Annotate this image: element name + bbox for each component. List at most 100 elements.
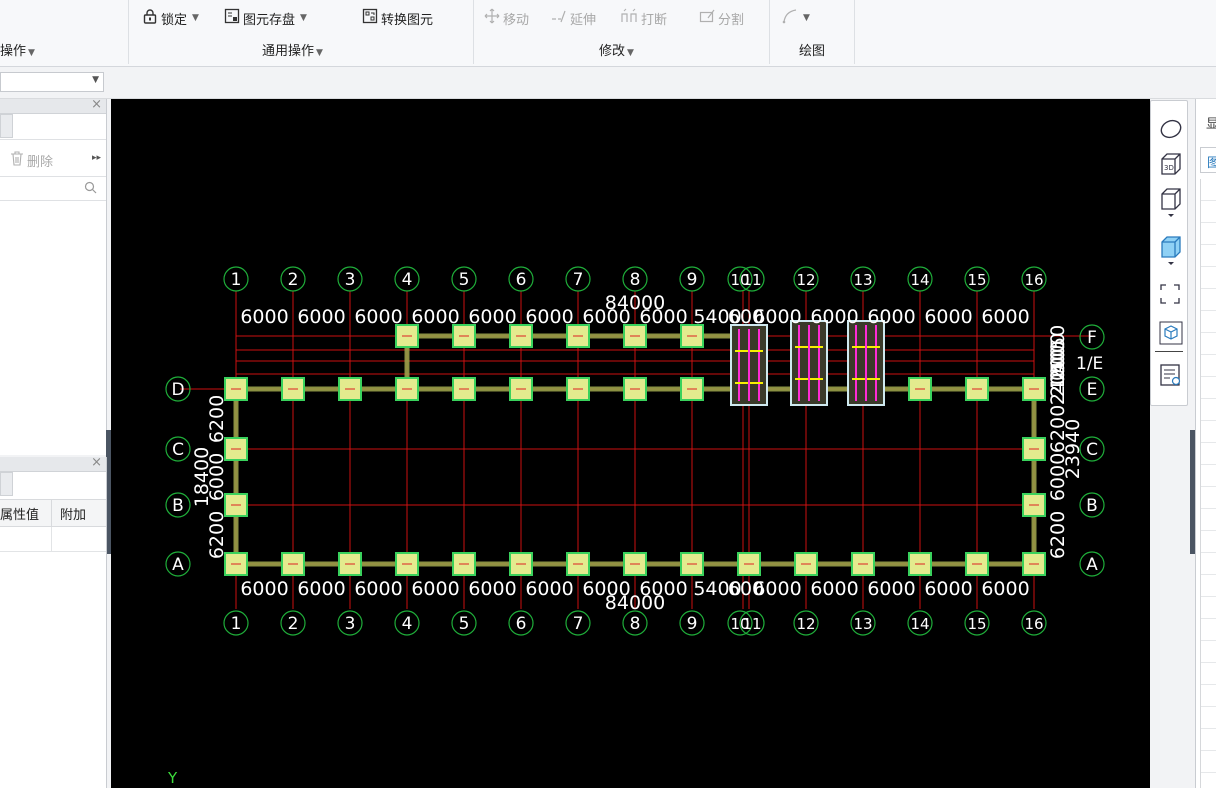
panel-titlebar: × <box>0 97 106 114</box>
span-dimension-bottom: 6000 <box>810 578 858 600</box>
close-icon[interactable]: × <box>91 97 102 112</box>
ribbon-separator <box>128 0 129 64</box>
span-dimension-right-crowded: 4050 <box>1047 325 1069 373</box>
panel-subtab[interactable]: 图 <box>1200 147 1216 173</box>
convert-element-button[interactable]: 转换图元 <box>362 8 433 28</box>
draw-arc-button[interactable]: ▼ <box>782 8 810 28</box>
extend-button[interactable]: 延伸 <box>551 8 596 28</box>
panel-tab[interactable] <box>0 472 13 496</box>
properties-panel: × 属性值 附加 <box>0 455 107 788</box>
column-header-extra: 附加 <box>60 508 87 523</box>
cad-drawing[interactable]: 1122334455667788991010111112121313141415… <box>111 99 1150 788</box>
axis-bubble-top: 6 <box>516 270 527 290</box>
span-dimension-top: 6000 <box>297 306 345 328</box>
delete-button[interactable]: 删除 <box>10 151 53 170</box>
extend-icon <box>551 8 567 28</box>
span-dimension-bottom: 6000 <box>525 578 573 600</box>
split-icon <box>699 8 715 28</box>
more-icon[interactable]: ▸▸ <box>92 153 101 163</box>
axis-bubble-left: B <box>172 496 184 516</box>
view-3d-icon[interactable]: 3D <box>1159 152 1181 175</box>
break-icon <box>620 8 638 28</box>
table-row[interactable] <box>0 527 106 552</box>
column-divider <box>51 527 52 551</box>
total-dimension-left: 18400 <box>191 447 213 507</box>
axis-bubble-top: 12 <box>796 271 815 289</box>
drawing-canvas[interactable]: 1 1 2 2 3 3 4 4 5 5 6 6 7 7 8 8 9 9 10 10 11 11 12 12 13 13 14 14 15… <box>111 99 1150 788</box>
axis-bubble-top: 13 <box>853 271 872 289</box>
axis-bubble-bottom: 6 <box>516 614 527 634</box>
panel-titlebar: × <box>0 455 106 472</box>
display-settings-panel: 显 图 <box>1195 99 1216 788</box>
draw-arc-icon <box>782 8 798 28</box>
axis-bubble-top: 7 <box>573 270 584 290</box>
ucs-y-label: Y <box>167 769 178 787</box>
split-button[interactable]: 分割 <box>699 8 744 28</box>
layer-3d-icon[interactable] <box>1159 321 1183 345</box>
break-button[interactable]: 打断 <box>620 8 667 28</box>
subtab-label: 图 <box>1207 156 1216 171</box>
ribbon-separator <box>854 0 855 64</box>
span-dimension-bottom: 6000 <box>411 578 459 600</box>
span-dimension-bottom: 6000 <box>753 578 801 600</box>
close-icon[interactable]: × <box>91 455 102 470</box>
span-dimension-bottom: 6000 <box>867 578 915 600</box>
axis-bubble-right: F <box>1087 328 1097 348</box>
column-header-value: 属性值 <box>0 508 40 523</box>
divider <box>1155 351 1183 352</box>
view-toolbar: 3D <box>1150 100 1188 406</box>
axis-bubble-bottom: 9 <box>687 614 698 634</box>
group-label-common-ops[interactable]: 通用操作 ▼ <box>262 40 323 59</box>
panel-tab[interactable] <box>0 114 13 138</box>
chevron-down-icon: ▼ <box>92 75 99 85</box>
axis-bubble-bottom: 5 <box>459 614 470 634</box>
axis-bubble-left: A <box>172 555 184 575</box>
group-label-modify[interactable]: 修改 ▼ <box>599 40 634 59</box>
axis-bubble-right: E <box>1087 380 1098 400</box>
span-dimension-bottom: 6000 <box>468 578 516 600</box>
group-label-draw[interactable]: 绘图 <box>799 40 825 59</box>
divider <box>0 200 106 201</box>
span-dimension-top: 6000 <box>981 306 1029 328</box>
orbit-icon[interactable] <box>1159 118 1182 140</box>
properties-view-icon[interactable] <box>1159 363 1181 386</box>
axis-bubble-bottom: 13 <box>853 615 872 633</box>
axis-bubble-bottom: 15 <box>967 615 986 633</box>
axis-bubble-bottom: 11 <box>742 615 761 633</box>
axis-bubble-top: 2 <box>288 270 299 290</box>
move-button[interactable]: 移动 <box>484 8 529 28</box>
ribbon-separator <box>473 0 474 64</box>
search-input[interactable] <box>0 177 106 199</box>
span-dimension-top: 6000 <box>924 306 972 328</box>
axis-bubble-top: 5 <box>459 270 470 290</box>
axis-label-1e: 1/E <box>1076 354 1103 374</box>
fit-view-icon[interactable] <box>1159 283 1181 305</box>
solid-box-icon[interactable] <box>1159 235 1181 265</box>
lock-button[interactable]: 锁定 ▼ <box>142 8 199 28</box>
axis-bubble-bottom: 14 <box>910 615 929 633</box>
save-element-button[interactable]: 图元存盘 ▼ <box>224 8 307 28</box>
move-icon <box>484 8 500 28</box>
span-dimension-left: 6200 <box>206 395 228 443</box>
axis-bubble-top: 9 <box>687 270 698 290</box>
column-divider <box>51 500 52 526</box>
panel-tab-display[interactable]: 显 <box>1206 113 1216 132</box>
axis-bubble-right: C <box>1086 440 1098 460</box>
axis-bubble-bottom: 8 <box>630 614 641 634</box>
span-dimension-left: 6200 <box>206 511 228 559</box>
axis-bubble-bottom: 12 <box>796 615 815 633</box>
axis-bubble-top: 3 <box>345 270 356 290</box>
search-icon <box>84 181 97 197</box>
axis-bubble-bottom: 1 <box>231 614 242 634</box>
box-view-icon[interactable] <box>1159 187 1181 217</box>
span-dimension-bottom: 6000 <box>924 578 972 600</box>
span-dimension-top: 6000 <box>468 306 516 328</box>
floor-selector[interactable]: ▼ <box>0 72 104 92</box>
delete-icon <box>10 151 24 170</box>
axis-bubble-top: 4 <box>402 270 413 290</box>
axis-bubble-left: C <box>172 440 184 460</box>
secondary-bar <box>0 67 1216 99</box>
settings-list[interactable] <box>1200 179 1216 788</box>
group-label-ops[interactable]: 操作 ▼ <box>0 40 35 59</box>
ribbon-separator <box>769 0 770 64</box>
